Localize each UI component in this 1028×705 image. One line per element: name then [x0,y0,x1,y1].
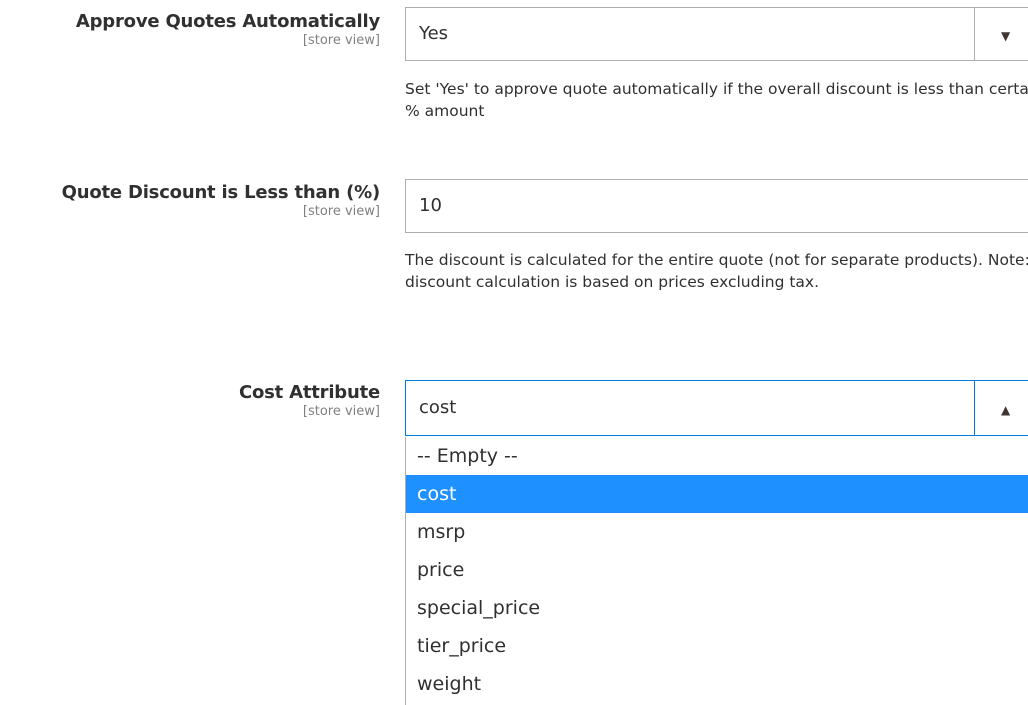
dropdown-option-weight[interactable]: weight [406,665,1028,703]
cost-attribute-scope: [store view] [302,404,380,419]
dropdown-option-special-price[interactable]: special_price [406,589,1028,627]
quote-discount-value: 10 [419,195,442,216]
cost-attribute-value: cost [419,397,457,418]
approve-quotes-scope: [store view] [302,33,380,48]
approve-quotes-note: Set 'Yes' to approve quote automatically… [405,80,1028,120]
cost-attribute-select[interactable]: cost ▲ [405,380,1028,436]
cost-attribute-dropdown-list: -- Empty -- cost msrp price special_pric… [405,437,1028,705]
approve-quotes-label-group: Approve Quotes Automatically [store view… [76,11,380,49]
approve-quotes-value: Yes [419,23,449,44]
quote-discount-scope: [store view] [302,204,380,219]
dropdown-option-price[interactable]: price [406,551,1028,589]
cost-attribute-label: Cost Attribute [238,382,380,403]
approve-quotes-label: Approve Quotes Automatically [75,11,380,32]
quote-discount-input[interactable]: 10 [405,179,1028,233]
approve-quotes-select[interactable]: Yes ▼ [405,7,1028,61]
cost-attribute-label-group: Cost Attribute [store view] [239,382,380,420]
chevron-down-icon: ▼ [1001,29,1011,43]
quote-discount-note: The discount is calculated for the entir… [405,251,1028,291]
cost-attribute-dropdown-button[interactable]: ▲ [974,381,1028,435]
quote-discount-label: Quote Discount is Less than (%) [61,182,381,203]
dropdown-option-empty[interactable]: -- Empty -- [406,437,1028,475]
dropdown-option-tier-price[interactable]: tier_price [406,627,1028,665]
dropdown-option-msrp[interactable]: msrp [406,513,1028,551]
approve-quotes-dropdown-button[interactable]: ▼ [974,8,1028,60]
quote-discount-label-group: Quote Discount is Less than (%) [store v… [61,182,381,220]
dropdown-option-cost[interactable]: cost [406,475,1028,513]
configuration-page: Approve Quotes Automatically [store view… [0,0,1028,705]
chevron-up-icon: ▲ [1001,403,1011,417]
